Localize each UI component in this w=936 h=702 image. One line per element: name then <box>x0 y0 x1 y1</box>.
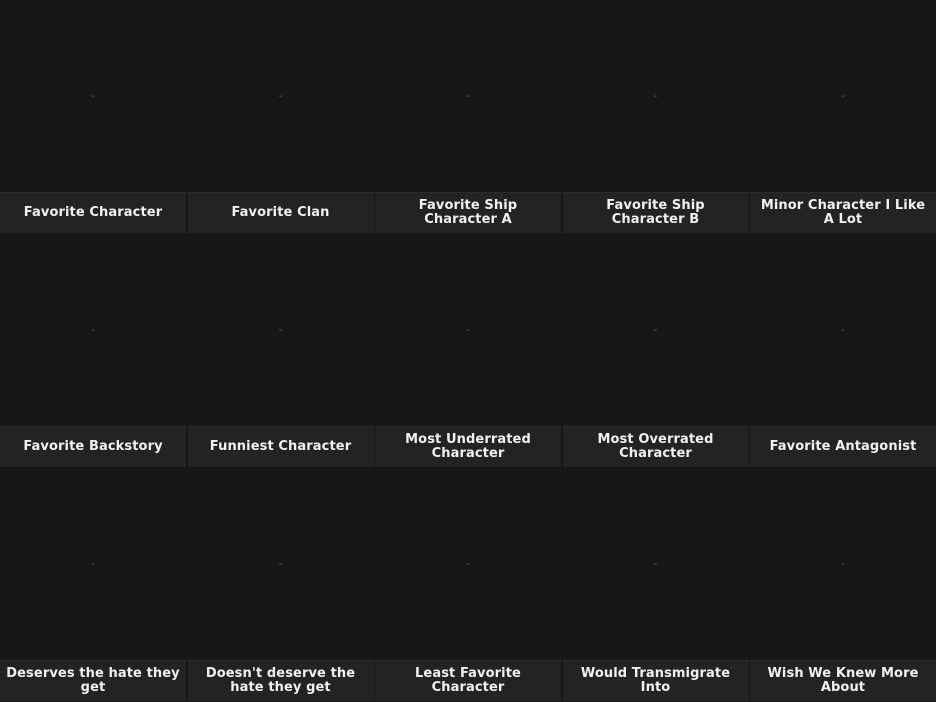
cell-label-bar: Funniest Character <box>187 426 374 467</box>
cell-label: Favorite Ship Character B <box>606 198 705 227</box>
placeholder-dash: - <box>841 557 845 570</box>
grid-cell: - Favorite Antagonist <box>750 234 936 468</box>
grid-cell: - Most Underrated Character <box>375 234 561 468</box>
cell-label: Minor Character I Like A Lot <box>760 198 926 227</box>
cell-label: Would Transmigrate Into <box>580 666 731 695</box>
grid-cell: - Favorite Backstory <box>0 234 186 468</box>
grid-cell: - Wish We Knew More About <box>750 468 936 702</box>
cell-label-bar: Favorite Clan <box>187 192 374 233</box>
grid-cell: - Funniest Character <box>187 234 374 468</box>
placeholder-dash: - <box>466 89 470 102</box>
cell-label: Favorite Backstory <box>23 439 163 454</box>
image-slot[interactable]: - <box>750 0 936 192</box>
cell-label-bar: Wish We Knew More About <box>750 660 936 701</box>
image-slot[interactable]: - <box>188 468 374 660</box>
cell-label-bar: Most Overrated Character <box>562 426 749 467</box>
cell-label-bar: Favorite Character <box>0 192 186 233</box>
image-slot[interactable]: - <box>188 0 374 192</box>
grid-cell: - Least Favorite Character <box>375 468 561 702</box>
placeholder-dash: - <box>841 89 845 102</box>
grid-cell: - Minor Character I Like A Lot <box>750 0 936 234</box>
cell-label: Most Overrated Character <box>597 432 714 461</box>
cell-label-bar: Favorite Antagonist <box>750 426 936 467</box>
image-slot[interactable]: - <box>563 468 749 660</box>
placeholder-dash: - <box>466 557 470 570</box>
placeholder-dash: - <box>841 323 845 336</box>
image-slot[interactable]: - <box>375 468 561 660</box>
cell-label-bar: Least Favorite Character <box>375 660 561 701</box>
image-slot[interactable]: - <box>750 468 936 660</box>
grid-cell: - Favorite Ship Character A <box>375 0 561 234</box>
grid-cell: - Favorite Character <box>0 0 186 234</box>
cell-label-bar: Most Underrated Character <box>375 426 561 467</box>
placeholder-dash: - <box>278 323 283 336</box>
image-slot[interactable]: - <box>0 468 186 660</box>
cell-label: Deserves the hate they get <box>6 666 180 695</box>
placeholder-dash: - <box>653 323 658 336</box>
placeholder-dash: - <box>91 557 95 570</box>
image-slot[interactable]: - <box>375 234 561 426</box>
placeholder-dash: - <box>278 89 283 102</box>
placeholder-dash: - <box>91 323 95 336</box>
image-slot[interactable]: - <box>750 234 936 426</box>
cell-label: Favorite Character <box>23 205 163 220</box>
placeholder-dash: - <box>653 557 658 570</box>
bingo-grid: - Favorite Character - Favorite Clan - F… <box>0 0 936 702</box>
image-slot[interactable]: - <box>563 234 749 426</box>
cell-label: Favorite Clan <box>231 205 330 220</box>
cell-label: Doesn't deserve the hate they get <box>205 666 356 695</box>
grid-cell: - Would Transmigrate Into <box>562 468 749 702</box>
grid-cell: - Favorite Clan <box>187 0 374 234</box>
placeholder-dash: - <box>278 557 283 570</box>
cell-label-bar: Doesn't deserve the hate they get <box>187 660 374 701</box>
image-slot[interactable]: - <box>375 0 561 192</box>
cell-label: Funniest Character <box>209 439 352 454</box>
cell-label-bar: Would Transmigrate Into <box>562 660 749 701</box>
cell-label-bar: Deserves the hate they get <box>0 660 186 701</box>
cell-label-bar: Favorite Ship Character A <box>375 192 561 233</box>
cell-label: Wish We Knew More About <box>767 666 919 695</box>
grid-cell: - Deserves the hate they get <box>0 468 186 702</box>
grid-cell: - Doesn't deserve the hate they get <box>187 468 374 702</box>
cell-label: Favorite Antagonist <box>769 439 917 454</box>
grid-cell: - Most Overrated Character <box>562 234 749 468</box>
image-slot[interactable]: - <box>188 234 374 426</box>
image-slot[interactable]: - <box>0 0 186 192</box>
image-slot[interactable]: - <box>0 234 186 426</box>
cell-label-bar: Favorite Ship Character B <box>562 192 749 233</box>
image-slot[interactable]: - <box>563 0 749 192</box>
cell-label: Most Underrated Character <box>405 432 531 461</box>
cell-label-bar: Favorite Backstory <box>0 426 186 467</box>
cell-label: Favorite Ship Character A <box>418 198 518 227</box>
placeholder-dash: - <box>466 323 470 336</box>
placeholder-dash: - <box>653 89 658 102</box>
placeholder-dash: - <box>91 89 95 102</box>
cell-label: Least Favorite Character <box>415 666 521 695</box>
grid-cell: - Favorite Ship Character B <box>562 0 749 234</box>
cell-label-bar: Minor Character I Like A Lot <box>750 192 936 233</box>
